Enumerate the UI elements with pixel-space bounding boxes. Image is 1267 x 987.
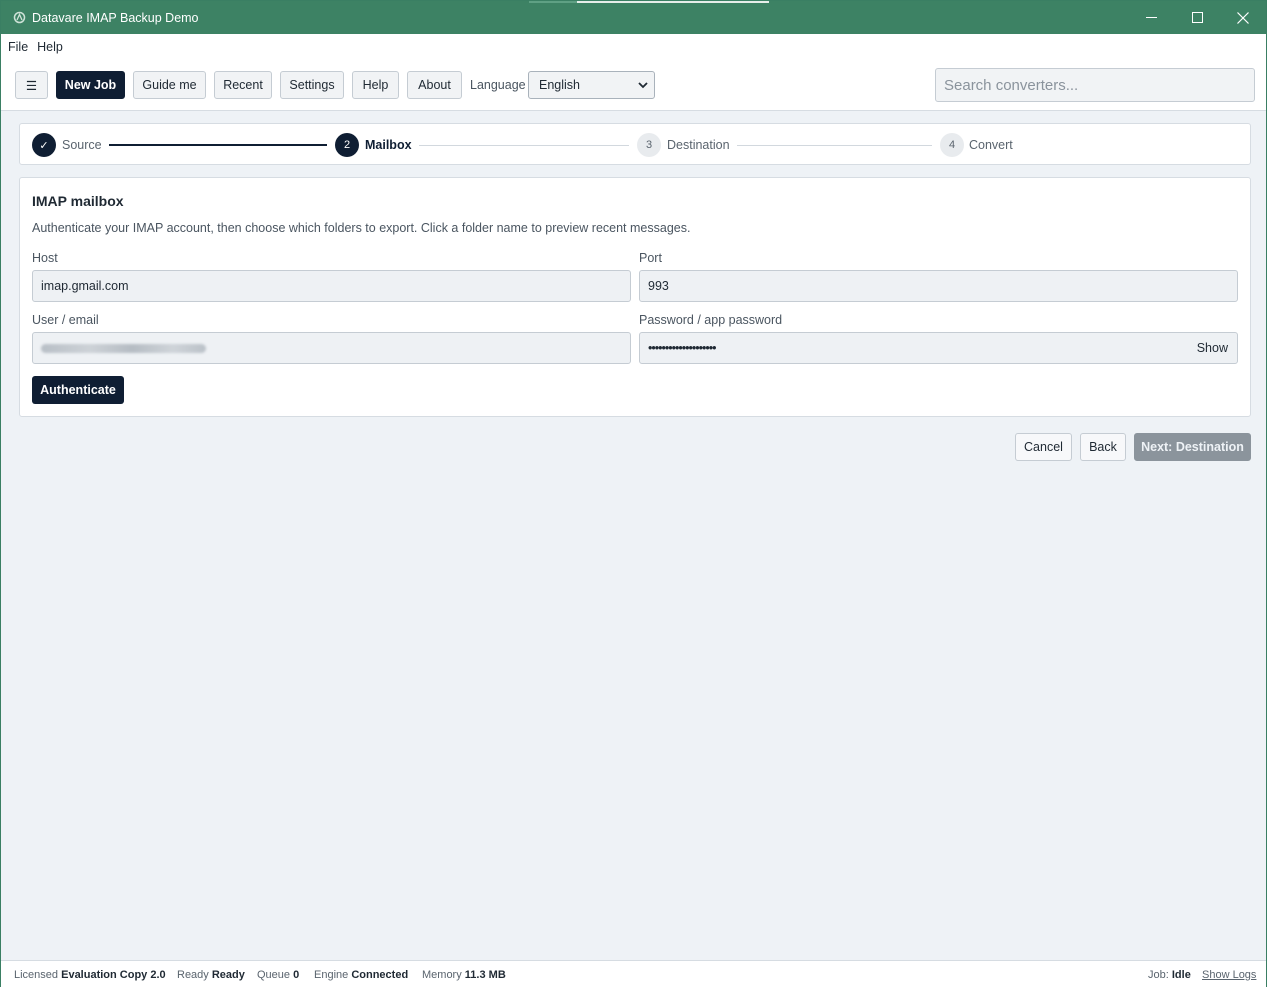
close-button[interactable] [1220,1,1266,34]
password-label: Password / app password [639,313,783,327]
wizard-stepper: ✓ Source 2 Mailbox 3 Destination 4 Conve… [19,123,1251,165]
user-email-label: User / email [32,313,99,327]
search-input[interactable]: Search converters... [935,68,1255,102]
step-destination-circle: 3 [637,133,661,157]
next-destination-button[interactable]: Next: Destination [1134,433,1251,461]
hamburger-button[interactable]: ☰ [15,71,48,99]
settings-button[interactable]: Settings [280,71,344,99]
menu-bar: File Help [1,34,1266,59]
port-label: Port [639,251,662,265]
recent-button[interactable]: Recent [214,71,272,99]
step-convert-label: Convert [969,138,1013,152]
card-description: Authenticate your IMAP account, then cho… [32,221,691,235]
step-convert-circle: 4 [940,133,964,157]
user-email-input[interactable] [32,332,631,364]
maximize-icon [1191,12,1203,23]
authenticate-button[interactable]: Authenticate [32,376,124,404]
step-source-circle: ✓ [32,133,56,157]
chevron-down-icon [638,82,648,89]
language-value: English [539,78,580,92]
toolbar: ☰ New Job Guide me Recent Settings Help … [1,59,1266,111]
card-title: IMAP mailbox [32,193,124,209]
app-window: Datavare IMAP Backup Demo File Help ☰ Ne… [0,0,1267,987]
status-ready: Ready Ready [177,969,245,981]
status-bar: Licensed Evaluation Copy 2.0 Ready Ready… [1,960,1266,987]
step-connector [737,145,932,146]
cancel-button[interactable]: Cancel [1015,433,1072,461]
minimize-button[interactable] [1128,1,1174,34]
close-icon [1237,11,1249,24]
host-input[interactable]: imap.gmail.com [32,270,631,302]
status-engine: Engine Connected [314,969,409,981]
menu-file[interactable]: File [8,40,28,54]
minimize-icon [1145,17,1157,18]
window-title: Datavare IMAP Backup Demo [32,10,199,25]
password-mask: •••••••••••••••••••• [648,341,717,355]
host-label: Host [32,251,58,265]
step-connector [109,144,327,146]
port-input[interactable]: 993 [639,270,1238,302]
language-select[interactable]: English [528,71,655,99]
menu-help[interactable]: Help [37,40,63,54]
imap-mailbox-card: IMAP mailbox Authenticate your IMAP acco… [19,177,1251,417]
help-button[interactable]: Help [352,71,399,99]
password-input[interactable]: •••••••••••••••••••• Show [639,332,1238,364]
language-label: Language [470,78,526,92]
guide-me-button[interactable]: Guide me [133,71,206,99]
step-connector [419,145,629,146]
check-icon: ✓ [39,139,49,152]
status-queue: Queue 0 [257,969,300,981]
status-licensed: Licensed Evaluation Copy 2.0 [14,969,166,981]
maximize-button[interactable] [1174,1,1220,34]
about-button[interactable]: About [407,71,462,99]
new-job-button[interactable]: New Job [56,71,125,99]
status-memory: Memory 11.3 MB [422,969,506,981]
show-logs-link[interactable]: Show Logs [1202,969,1256,981]
hamburger-icon: ☰ [25,78,38,93]
step-mailbox-circle: 2 [335,133,359,157]
app-logo-icon [12,11,26,25]
step-destination-label: Destination [667,138,730,152]
step-mailbox-label: Mailbox [365,138,412,152]
back-button[interactable]: Back [1080,433,1126,461]
step-source-label: Source [62,138,102,152]
title-bar: Datavare IMAP Backup Demo [1,1,1266,34]
status-job: Job: Idle [1148,969,1191,981]
redacted-email [41,343,206,353]
show-password-button[interactable]: Show [1197,341,1228,355]
